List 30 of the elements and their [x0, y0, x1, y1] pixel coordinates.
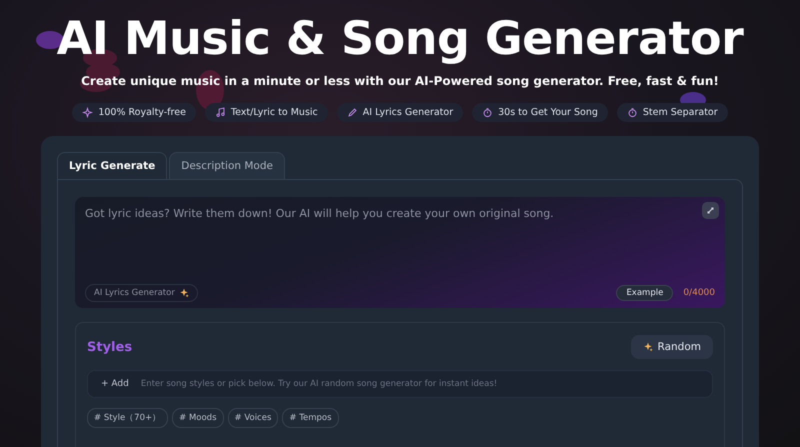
- timer-icon: [482, 107, 494, 118]
- feature-pill: 100% Royalty-free: [72, 103, 196, 122]
- page-title: AI Music & Song Generator: [56, 10, 744, 67]
- feature-pill: Stem Separator: [616, 103, 728, 122]
- sparkle-icon: [82, 107, 94, 118]
- lyrics-placeholder: Got lyric ideas? Write them down! Our AI will help you create your own original song.: [85, 207, 554, 220]
- tab[interactable]: Description Mode: [169, 152, 285, 179]
- feature-pill: 30s to Get Your Song: [472, 103, 608, 122]
- style-tag[interactable]: # Style（70+）: [87, 408, 168, 428]
- style-tag[interactable]: # Voices: [228, 408, 278, 428]
- pen-icon: [346, 107, 358, 118]
- page-subtitle: Create unique music in a minute or less with our AI-Powered song generator. Free, fast & fun!: [81, 74, 719, 88]
- lyrics-input-field[interactable]: Got lyric ideas? Write them down! Our AI will help you create your own original song. AI Lyrics Generator Example 0/4000: [75, 197, 725, 308]
- feature-pill: AI Lyrics Generator: [336, 103, 464, 122]
- style-input-field[interactable]: + Add Enter song styles or pick below. Try our AI random song generator for instant ideas!: [87, 370, 713, 398]
- feature-pill: Text/Lyric to Music: [204, 103, 328, 122]
- random-button[interactable]: Random: [630, 335, 713, 359]
- music-note-icon: [214, 107, 226, 118]
- example-button[interactable]: Example: [616, 285, 674, 301]
- add-style-button[interactable]: + Add: [94, 379, 139, 389]
- expand-button[interactable]: [702, 202, 719, 219]
- tab[interactable]: Lyric Generate: [57, 152, 168, 179]
- styles-heading: Styles: [87, 340, 132, 354]
- ai-lyrics-generator-button[interactable]: AI Lyrics Generator: [85, 284, 198, 302]
- sparkle-icon: [642, 342, 653, 352]
- sparkle-icon: [178, 288, 189, 298]
- style-tag[interactable]: # Moods: [172, 408, 224, 428]
- timer-icon: [626, 107, 638, 118]
- character-counter: 0/4000: [683, 288, 715, 298]
- style-tag[interactable]: # Tempos: [282, 408, 338, 428]
